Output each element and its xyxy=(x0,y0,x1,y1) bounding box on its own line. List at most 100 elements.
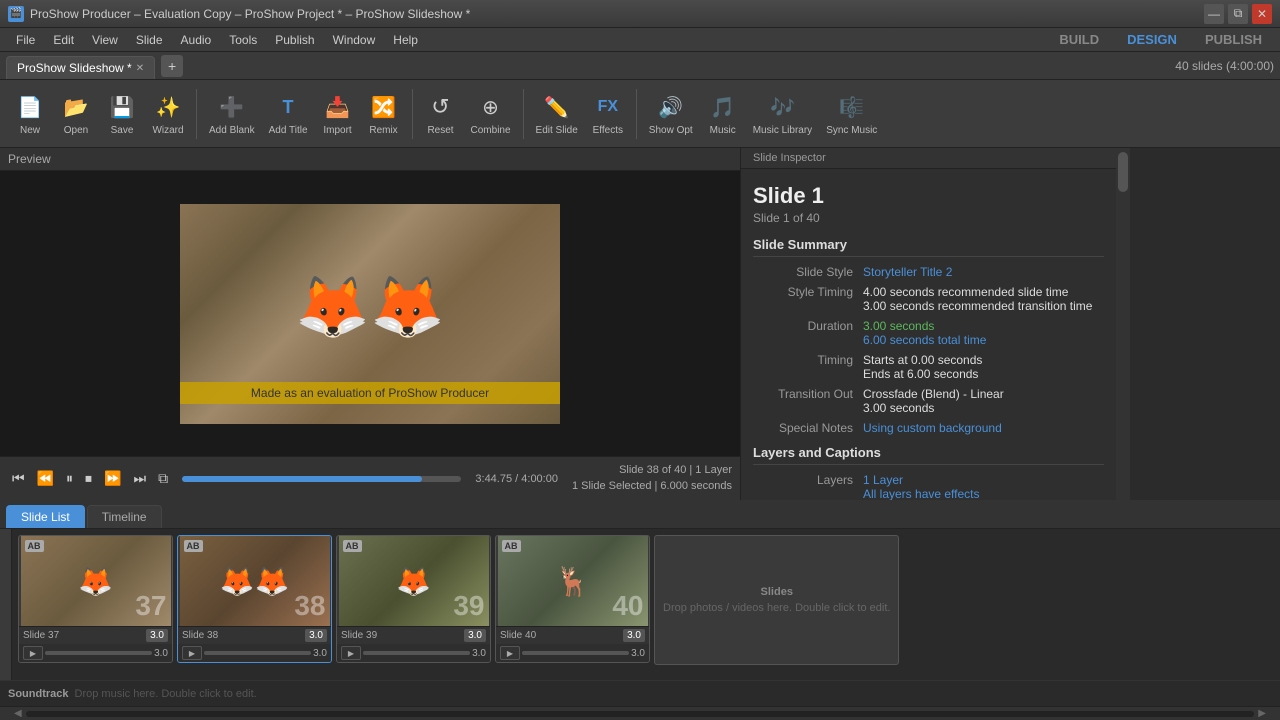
slide-37-play-btn[interactable]: ▶ xyxy=(23,646,43,660)
reset-button[interactable]: ↺ Reset xyxy=(419,87,463,140)
music-button[interactable]: 🎵 Music xyxy=(701,87,745,140)
remix-icon: 🔀 xyxy=(368,91,400,123)
scroll-left-arrow[interactable]: ◀ xyxy=(14,708,22,719)
slide-38-footer: Slide 38 3.0 xyxy=(178,626,331,644)
slide-37-name: Slide 37 xyxy=(23,630,59,641)
play-pause-button[interactable]: ⏸ xyxy=(62,468,77,489)
add-blank-button[interactable]: ➕ Add Blank xyxy=(203,87,261,140)
open-icon: 📂 xyxy=(60,91,92,123)
add-tab-button[interactable]: + xyxy=(161,55,183,77)
inspector-scrollbar[interactable] xyxy=(1116,148,1130,500)
slide-item-39[interactable]: 🦊 AB 39 Slide 39 3.0 ▶ 3.0 xyxy=(336,535,491,663)
preview-image: Made as an evaluation of ProShow Produce… xyxy=(180,204,560,424)
slide-38-play-btn[interactable]: ▶ xyxy=(182,646,202,660)
soundtrack-area: Soundtrack Drop music here. Double click… xyxy=(0,680,1280,706)
slide-39-play-dur: 3.0 xyxy=(472,648,486,659)
empty-drop-zone[interactable]: Slides Drop photos / videos here. Double… xyxy=(654,535,899,665)
layers-values: 1 Layer All layers have effects xyxy=(863,473,980,500)
new-label: New xyxy=(20,125,40,136)
slide-list-scrollbar-left[interactable] xyxy=(0,529,12,680)
go-end-button[interactable]: ⏭ xyxy=(129,468,150,489)
import-icon: 📥 xyxy=(322,91,354,123)
design-mode-button[interactable]: DESIGN xyxy=(1117,30,1187,49)
layers-note[interactable]: All layers have effects xyxy=(863,487,980,500)
slide-39-play-btn[interactable]: ▶ xyxy=(341,646,361,660)
import-button[interactable]: 📥 Import xyxy=(316,87,360,140)
title-bar: 🎬 ProShow Producer – Evaluation Copy – P… xyxy=(0,0,1280,28)
slide-38-play-row: ▶ 3.0 xyxy=(178,644,331,662)
duration-total[interactable]: 6.00 seconds total time xyxy=(863,333,986,347)
timeline-tab[interactable]: Timeline xyxy=(87,505,162,528)
save-button[interactable]: 💾 Save xyxy=(100,87,144,140)
menu-edit[interactable]: Edit xyxy=(45,31,82,49)
empty-slides-hint: Drop photos / videos here. Double click … xyxy=(663,602,890,614)
bottom-scrollbar[interactable]: ◀ ▶ xyxy=(0,706,1280,720)
edit-slide-icon: ✏️ xyxy=(541,91,573,123)
slide-37-play-bar xyxy=(45,651,152,655)
slide-list-tab[interactable]: Slide List xyxy=(6,505,85,528)
menu-window[interactable]: Window xyxy=(325,31,384,49)
go-start-button[interactable]: ⏮ xyxy=(8,468,29,489)
slide-style-value[interactable]: Storyteller Title 2 xyxy=(863,265,952,279)
style-timing-row: Style Timing 4.00 seconds recommended sl… xyxy=(753,285,1104,313)
rewind-button[interactable]: ⏪ xyxy=(33,468,58,489)
title-bar-left: 🎬 ProShow Producer – Evaluation Copy – P… xyxy=(8,6,470,22)
build-mode-button[interactable]: BUILD xyxy=(1049,30,1109,49)
menu-view[interactable]: View xyxy=(84,31,126,49)
music-label: Music xyxy=(710,125,736,136)
stop-button[interactable]: ⏹ xyxy=(81,468,96,489)
slide-item-37[interactable]: 🦊 AB 37 Slide 37 3.0 ▶ 3.0 xyxy=(18,535,173,663)
add-title-button[interactable]: T Add Title xyxy=(263,87,314,140)
sync-music-button[interactable]: 🎼 Sync Music xyxy=(820,87,883,140)
inspector-title: Slide Inspector xyxy=(741,148,1116,169)
mode-buttons: BUILD DESIGN PUBLISH xyxy=(1049,30,1272,49)
menu-file[interactable]: File xyxy=(8,31,43,49)
menu-audio[interactable]: Audio xyxy=(173,31,220,49)
slide-40-play-row: ▶ 3.0 xyxy=(496,644,649,662)
slide-38-play-dur: 3.0 xyxy=(313,648,327,659)
fullscreen-button[interactable]: ⧉ xyxy=(154,468,172,489)
music-library-button[interactable]: 🎶 Music Library xyxy=(747,87,818,140)
wizard-button[interactable]: ✨ Wizard xyxy=(146,87,190,140)
minimize-button[interactable]: — xyxy=(1204,4,1224,24)
special-notes-value[interactable]: Using custom background xyxy=(863,421,1002,435)
menu-slide[interactable]: Slide xyxy=(128,31,171,49)
layers-row: Layers 1 Layer All layers have effects xyxy=(753,473,1104,500)
new-button[interactable]: 📄 New xyxy=(8,87,52,140)
new-icon: 📄 xyxy=(14,91,46,123)
menu-help[interactable]: Help xyxy=(385,31,426,49)
slide-39-play-bar xyxy=(363,651,470,655)
slide-tabs: Slide List Timeline xyxy=(0,501,1280,529)
maximize-button[interactable]: ⧉ xyxy=(1228,4,1248,24)
effects-button[interactable]: FX Effects xyxy=(586,87,630,140)
progress-bar[interactable] xyxy=(182,476,461,482)
edit-slide-button[interactable]: ✏️ Edit Slide xyxy=(530,87,584,140)
wizard-label: Wizard xyxy=(152,125,183,136)
scrollbar-track[interactable] xyxy=(26,711,1255,717)
slide-item-38[interactable]: 🦊🦊 AB 38 Slide 38 3.0 ▶ 3.0 xyxy=(177,535,332,663)
menu-publish[interactable]: Publish xyxy=(267,31,322,49)
remix-button[interactable]: 🔀 Remix xyxy=(362,87,406,140)
slide-style-label: Slide Style xyxy=(753,265,863,279)
tab-close-icon[interactable]: ✕ xyxy=(136,63,144,74)
show-opt-button[interactable]: 🔊 Show Opt xyxy=(643,87,699,140)
slide-40-play-btn[interactable]: ▶ xyxy=(500,646,520,660)
slide-list-area: 🦊 AB 37 Slide 37 3.0 ▶ 3.0 xyxy=(0,529,1280,680)
slide-37-thumbnail: 🦊 AB 37 xyxy=(21,536,171,626)
slide-40-thumbnail: 🦌 AB 40 xyxy=(498,536,648,626)
menu-tools[interactable]: Tools xyxy=(221,31,265,49)
reset-label: Reset xyxy=(427,125,453,136)
slide-40-number-big: 40 xyxy=(612,590,643,622)
fast-forward-button[interactable]: ⏩ xyxy=(100,468,125,489)
preview-panel: Preview Made as an evaluation of ProShow… xyxy=(0,148,740,500)
close-button[interactable]: ✕ xyxy=(1252,4,1272,24)
combine-button[interactable]: ⊕ Combine xyxy=(465,87,517,140)
scroll-right-arrow[interactable]: ▶ xyxy=(1258,708,1266,719)
open-button[interactable]: 📂 Open xyxy=(54,87,98,140)
slide-item-40[interactable]: 🦌 AB 40 Slide 40 3.0 ▶ 3.0 xyxy=(495,535,650,663)
publish-mode-button[interactable]: PUBLISH xyxy=(1195,30,1272,49)
slide-37-footer: Slide 37 3.0 xyxy=(19,626,172,644)
main-tab[interactable]: ProShow Slideshow * ✕ xyxy=(6,56,155,79)
layers-count[interactable]: 1 Layer xyxy=(863,473,980,487)
toolbar-divider-4 xyxy=(636,89,637,139)
